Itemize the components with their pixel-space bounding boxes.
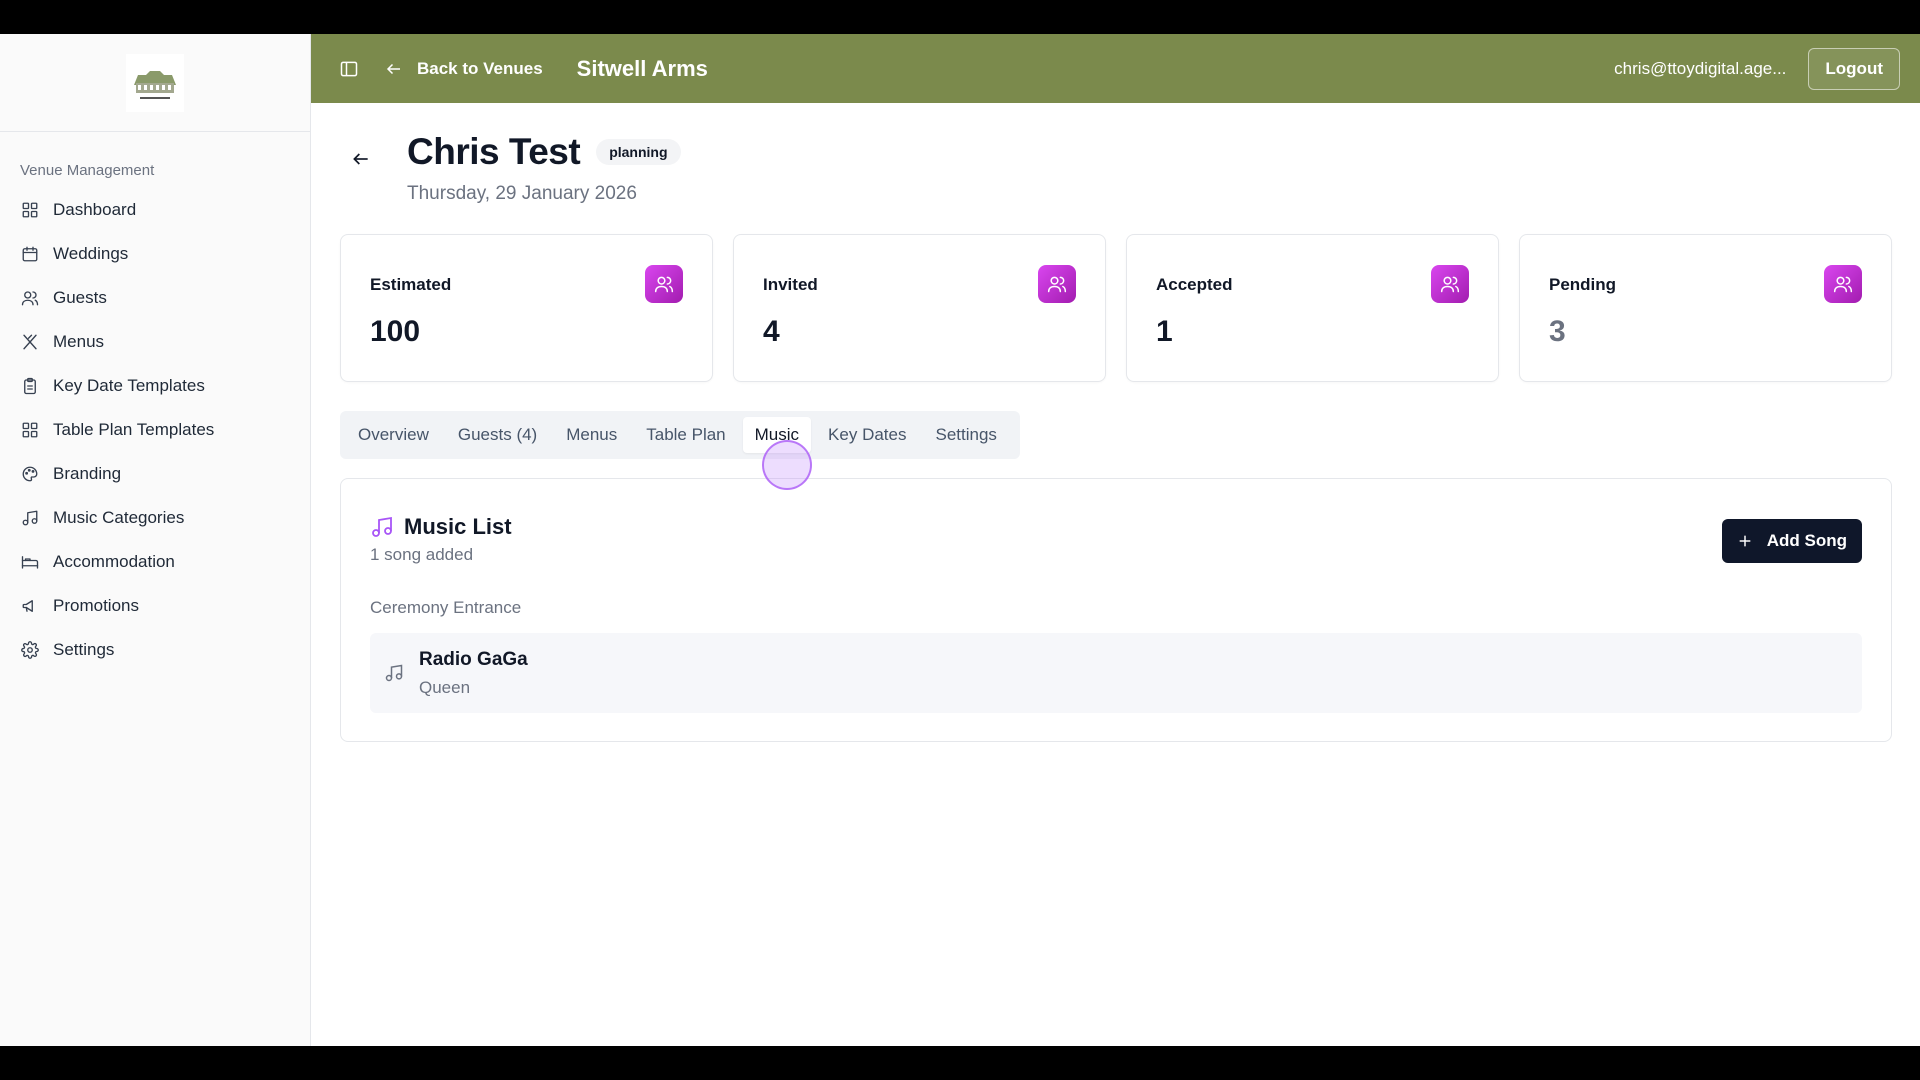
- app-window: Venue Management Dashboard Weddings Gues…: [0, 34, 1920, 1046]
- status-badge: planning: [596, 139, 681, 165]
- stat-value: 3: [1549, 315, 1566, 348]
- venue-title: Sitwell Arms: [576, 55, 708, 81]
- page-header: Chris Test planning Thursday, 29 January…: [351, 131, 681, 205]
- sidebar-item-label: Music Categories: [53, 508, 185, 527]
- bed-icon: [20, 552, 40, 572]
- sidebar-item-label: Settings: [53, 640, 115, 659]
- utensils-icon: [20, 332, 40, 352]
- plus-icon: [1739, 535, 1751, 547]
- sidebar-item-settings[interactable]: Settings: [0, 628, 310, 672]
- add-song-label: Add Song: [1766, 531, 1847, 550]
- music-list-title: Music List: [404, 514, 512, 539]
- page-title: Chris Test: [407, 131, 581, 172]
- tab-guests[interactable]: Guests (4): [446, 417, 549, 453]
- sidebar-item-music-categories[interactable]: Music Categories: [0, 496, 310, 540]
- sidebar-item-guests[interactable]: Guests: [0, 276, 310, 320]
- song-artist: Queen: [419, 678, 471, 697]
- stat-label: Estimated: [370, 275, 452, 294]
- stat-card-estimated: Estimated 100: [340, 234, 713, 382]
- sidebar-item-label: Branding: [53, 464, 122, 483]
- stats-row: Estimated 100 Invited 4 Accepted 1 Pendi…: [340, 234, 1892, 382]
- sidebar-item-dashboard[interactable]: Dashboard: [0, 188, 310, 232]
- sidebar-item-key-date-templates[interactable]: Key Date Templates: [0, 364, 310, 408]
- sidebar-item-menus[interactable]: Menus: [0, 320, 310, 364]
- calendar-icon: [20, 244, 40, 264]
- grid-icon: [20, 200, 40, 220]
- music-icon: [20, 508, 40, 528]
- megaphone-icon: [20, 596, 40, 616]
- sidebar-item-label: Guests: [53, 288, 107, 307]
- stat-label: Pending: [1549, 275, 1617, 294]
- sidebar-item-label: Dashboard: [53, 200, 137, 219]
- sidebar-item-label: Weddings: [53, 244, 129, 263]
- sidebar-item-weddings[interactable]: Weddings: [0, 232, 310, 276]
- sidebar-section-label: Venue Management: [20, 162, 155, 179]
- sidebar-item-label: Key Date Templates: [53, 376, 205, 395]
- stat-value: 4: [763, 315, 780, 348]
- sidebar-item-label: Accommodation: [53, 552, 175, 571]
- sidebar: Venue Management Dashboard Weddings Gues…: [0, 34, 311, 1046]
- gear-icon: [20, 640, 40, 660]
- sidebar-toggle-button[interactable]: [337, 57, 361, 81]
- sidebar-nav: Dashboard Weddings Guests Menus Key Date…: [0, 188, 310, 672]
- tab-overview[interactable]: Overview: [346, 417, 441, 453]
- logout-button[interactable]: Logout: [1808, 47, 1900, 90]
- stat-card-pending: Pending 3: [1519, 234, 1892, 382]
- back-to-venues-link[interactable]: Back to Venues: [385, 59, 543, 79]
- tab-bar: Overview Guests (4) Menus Table Plan Mus…: [340, 411, 1020, 459]
- wedding-date: Thursday, 29 January 2026: [407, 183, 637, 204]
- sidebar-item-label: Promotions: [53, 596, 139, 615]
- back-to-venues-label: Back to Venues: [417, 58, 543, 78]
- song-title: Radio GaGa: [419, 649, 528, 670]
- sidebar-item-branding[interactable]: Branding: [0, 452, 310, 496]
- music-list-panel: Music List 1 song added Add Song Ceremon…: [340, 478, 1892, 742]
- palette-icon: [20, 464, 40, 484]
- tab-music[interactable]: Music: [742, 417, 812, 453]
- music-note-icon: [384, 663, 404, 683]
- song-count: 1 song added: [370, 545, 474, 564]
- stat-card-accepted: Accepted 1: [1126, 234, 1499, 382]
- stat-label: Accepted: [1156, 275, 1233, 294]
- arrow-left-icon: [386, 63, 400, 74]
- sidebar-item-table-plan-templates[interactable]: Table Plan Templates: [0, 408, 310, 452]
- panel-left-icon: [340, 61, 358, 76]
- stat-card-invited: Invited 4: [733, 234, 1106, 382]
- tab-table-plan[interactable]: Table Plan: [634, 417, 737, 453]
- logo-area: [0, 34, 310, 132]
- top-header: Back to Venues Sitwell Arms chris@ttoydi…: [311, 34, 1920, 103]
- users-icon: [20, 288, 40, 308]
- music-category-label: Ceremony Entrance: [370, 598, 522, 617]
- clipboard-icon: [20, 376, 40, 396]
- users-icon: [1431, 265, 1469, 303]
- arrow-left-icon: [353, 153, 368, 165]
- users-icon: [1038, 265, 1076, 303]
- grid-icon: [20, 420, 40, 440]
- tab-key-dates[interactable]: Key Dates: [816, 417, 918, 453]
- song-row[interactable]: Radio GaGa Queen: [370, 633, 1862, 713]
- stat-label: Invited: [763, 275, 818, 294]
- user-email: chris@ttoydigital.age...: [1614, 58, 1787, 78]
- tab-settings[interactable]: Settings: [923, 417, 1008, 453]
- main-content: Chris Test planning Thursday, 29 January…: [311, 103, 1920, 1046]
- users-icon: [1824, 265, 1862, 303]
- music-icon: [372, 516, 392, 537]
- sidebar-item-label: Table Plan Templates: [53, 420, 215, 439]
- venue-logo[interactable]: [126, 53, 184, 112]
- users-icon: [645, 265, 683, 303]
- stat-value: 100: [370, 315, 421, 348]
- sidebar-item-label: Menus: [53, 332, 105, 351]
- stat-value: 1: [1156, 315, 1173, 348]
- sidebar-item-promotions[interactable]: Promotions: [0, 584, 310, 628]
- sidebar-item-accommodation[interactable]: Accommodation: [0, 540, 310, 584]
- add-song-button[interactable]: Add Song: [1721, 519, 1862, 563]
- back-button[interactable]: [351, 149, 377, 175]
- tab-menus[interactable]: Menus: [554, 417, 629, 453]
